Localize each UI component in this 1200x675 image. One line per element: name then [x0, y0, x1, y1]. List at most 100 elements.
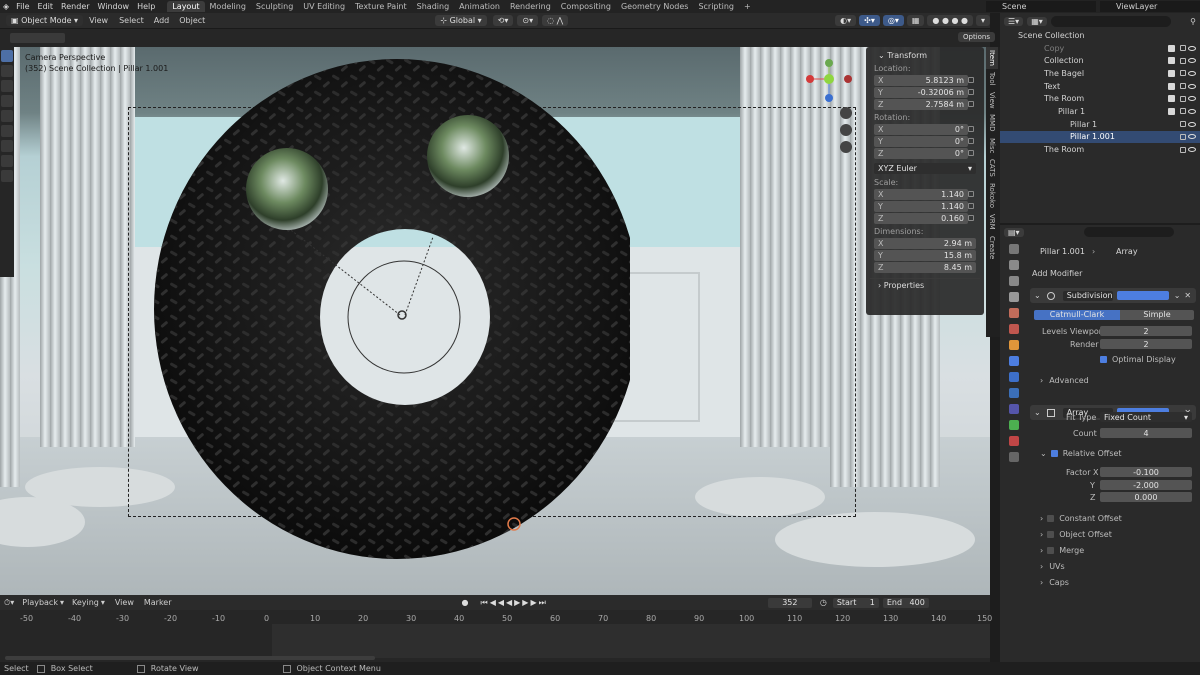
- shading-options-icon[interactable]: ▾: [975, 15, 990, 26]
- rotate-tool-icon[interactable]: [1, 95, 13, 107]
- cursor-tool-icon[interactable]: [1, 65, 13, 77]
- add-cube-tool-icon[interactable]: [1, 170, 13, 182]
- add-workspace-button[interactable]: +: [739, 1, 756, 12]
- tab-scripting[interactable]: Scripting: [693, 1, 739, 12]
- count-field[interactable]: 4: [1100, 428, 1192, 438]
- tab-rokoko[interactable]: Rokoko: [986, 180, 998, 211]
- texture-tab-icon[interactable]: [1009, 452, 1019, 462]
- factor-z-field[interactable]: 0.000: [1100, 492, 1192, 502]
- zoom-icon[interactable]: [840, 107, 852, 119]
- menu-render[interactable]: Render: [57, 2, 93, 11]
- rotation-z-field[interactable]: Z 0°: [874, 148, 968, 159]
- merge-panel[interactable]: › Merge: [1040, 543, 1084, 557]
- properties-section[interactable]: › Properties: [870, 278, 980, 292]
- tab-create[interactable]: Create: [986, 233, 998, 262]
- add-menu[interactable]: Add: [149, 16, 175, 25]
- view-menu[interactable]: View: [83, 16, 114, 25]
- constraints-tab-icon[interactable]: [1009, 404, 1019, 414]
- view-layer-tab-icon[interactable]: [1009, 292, 1019, 302]
- constant-offset-panel[interactable]: › Constant Offset: [1040, 511, 1122, 525]
- checkbox-icon[interactable]: [1168, 44, 1175, 52]
- tab-rendering[interactable]: Rendering: [505, 1, 556, 12]
- tab-item[interactable]: Item: [986, 47, 998, 69]
- camera-icon[interactable]: [1180, 45, 1186, 52]
- left-eye-sphere[interactable]: [246, 148, 328, 230]
- xray-icon[interactable]: ▦: [906, 15, 925, 26]
- output-tab-icon[interactable]: [1009, 276, 1019, 286]
- checkbox-icon[interactable]: [1168, 107, 1175, 115]
- checkbox-icon[interactable]: [1168, 82, 1175, 90]
- marker-menu[interactable]: Marker: [144, 598, 172, 607]
- scene-tab-icon[interactable]: [1009, 308, 1019, 318]
- data-tab-icon[interactable]: [1009, 420, 1019, 430]
- scale-z-field[interactable]: Z 0.160: [874, 213, 968, 224]
- scale-tool-icon[interactable]: [1, 110, 13, 122]
- outliner-row-the-bagel[interactable]: The Bagel: [1000, 67, 1200, 80]
- select-mode-icons[interactable]: [10, 33, 65, 43]
- render-tab-icon[interactable]: [1009, 260, 1019, 270]
- scale-y-field[interactable]: Y 1.140: [874, 201, 968, 212]
- menu-help[interactable]: Help: [133, 2, 159, 11]
- advanced-panel[interactable]: › Advanced: [1040, 373, 1089, 387]
- shading-modes-icon[interactable]: ● ● ● ●: [927, 15, 973, 26]
- dimensions-y-field[interactable]: Y 15.8 m: [874, 250, 976, 261]
- view-layer-selector[interactable]: ViewLayer: [1100, 1, 1200, 12]
- location-z-field[interactable]: Z 2.7584 m: [874, 99, 968, 110]
- object-tab-icon[interactable]: [1009, 340, 1019, 350]
- move-tool-icon[interactable]: [1, 80, 13, 92]
- chevron-down-icon[interactable]: ⌄: [1174, 291, 1181, 300]
- outliner-row-pillar-1-001[interactable]: Pillar 1.001: [1000, 130, 1200, 144]
- overlay-toggle-icon[interactable]: ◎▾: [882, 15, 904, 26]
- outliner-row-the-room[interactable]: The Room: [1000, 92, 1200, 105]
- clock-icon[interactable]: ◷: [820, 598, 827, 607]
- tab-texture-paint[interactable]: Texture Paint: [350, 1, 412, 12]
- select-menu[interactable]: Select: [114, 16, 149, 25]
- camera-icon[interactable]: [1180, 146, 1186, 153]
- outliner-row-scene-collection[interactable]: Scene Collection: [1000, 29, 1200, 42]
- scale-x-field[interactable]: X 1.140: [874, 189, 968, 200]
- scene-selector[interactable]: Scene: [986, 1, 1096, 12]
- tab-animation[interactable]: Animation: [454, 1, 505, 12]
- snap-icon[interactable]: ⊙▾: [517, 15, 539, 26]
- checkbox-icon[interactable]: [1168, 69, 1175, 77]
- outliner-search-input[interactable]: [1050, 15, 1171, 27]
- particles-tab-icon[interactable]: [1009, 372, 1019, 382]
- checkbox-icon[interactable]: [1168, 95, 1175, 103]
- timeline-editor-icon[interactable]: ⏱▾: [4, 598, 14, 608]
- tab-sculpting[interactable]: Sculpting: [251, 1, 298, 12]
- options-button[interactable]: Options: [958, 32, 996, 42]
- camera-icon[interactable]: [1180, 121, 1186, 128]
- view-menu-timeline[interactable]: View: [115, 598, 134, 607]
- lock-icon[interactable]: [968, 138, 974, 144]
- tab-mmd[interactable]: MMD: [986, 111, 998, 134]
- camera-view-icon[interactable]: [840, 141, 852, 153]
- pivot-icon[interactable]: ⟲▾: [492, 15, 514, 26]
- close-icon[interactable]: ✕: [1184, 291, 1191, 300]
- properties-editor-icon[interactable]: ▤▾: [1004, 227, 1024, 237]
- eye-icon[interactable]: [1188, 121, 1196, 127]
- tab-geometry-nodes[interactable]: Geometry Nodes: [616, 1, 693, 12]
- lock-icon[interactable]: [968, 191, 974, 197]
- tab-misc[interactable]: Misc: [986, 135, 998, 156]
- filter-icon[interactable]: ⚲: [1190, 17, 1196, 26]
- lock-icon[interactable]: [968, 215, 974, 221]
- location-x-field[interactable]: X 5.8123 m: [874, 75, 968, 86]
- checkbox-icon[interactable]: [1047, 514, 1055, 522]
- checkbox-checked-icon[interactable]: [1050, 449, 1058, 457]
- checkbox-icon[interactable]: [1047, 530, 1055, 538]
- optimal-display-checkbox[interactable]: Optimal Display: [1100, 352, 1176, 366]
- dimensions-x-field[interactable]: X 2.94 m: [874, 238, 976, 249]
- fit-type-dropdown[interactable]: Fixed Count ▾: [1100, 412, 1192, 422]
- rotation-x-field[interactable]: X 0°: [874, 124, 968, 135]
- tab-uv-editing[interactable]: UV Editing: [298, 1, 350, 12]
- menu-window[interactable]: Window: [94, 2, 134, 11]
- outliner-row-copy[interactable]: Copy: [1000, 42, 1200, 55]
- playback-menu[interactable]: Playback: [22, 598, 58, 607]
- outliner-row-collection[interactable]: Collection: [1000, 54, 1200, 67]
- material-tab-icon[interactable]: [1009, 436, 1019, 446]
- gizmo-toggle-icon[interactable]: ✣▾: [859, 15, 880, 26]
- checkbox-icon[interactable]: [1047, 546, 1055, 554]
- eye-icon[interactable]: [1188, 147, 1196, 153]
- outliner-row-the-room-object[interactable]: The Room: [1000, 143, 1200, 156]
- tab-cats[interactable]: CATS: [986, 156, 998, 180]
